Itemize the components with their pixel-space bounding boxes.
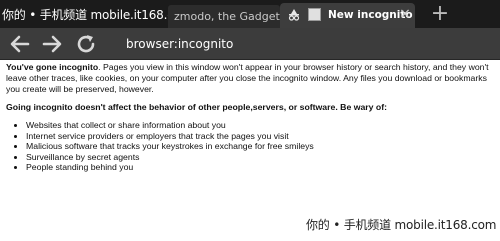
browser-toolbar: browser:incognito bbox=[0, 28, 500, 60]
watermark-top: 你的 • 手机频道 mobile.it168.com bbox=[2, 8, 193, 22]
close-tab-icon[interactable]: × bbox=[398, 7, 412, 21]
warning-heading: Going incognito doesn't affect the behav… bbox=[6, 102, 387, 112]
tab-bar: 你的 • 手机频道 mobile.it168.com zmodo, the Ga… bbox=[0, 0, 500, 28]
intro-paragraph: You've gone incognito. Pages you view in… bbox=[6, 62, 496, 95]
reload-icon[interactable] bbox=[74, 32, 98, 56]
list-item: Internet service providers or employers … bbox=[26, 131, 496, 142]
tab-gizmodo[interactable]: zmodo, the Gadget Gui... bbox=[168, 5, 280, 28]
intro-bold: You've gone incognito bbox=[6, 62, 99, 72]
list-item: Websites that collect or share informati… bbox=[26, 120, 496, 131]
arrow-right-icon[interactable] bbox=[40, 32, 64, 56]
url-input[interactable]: browser:incognito bbox=[118, 32, 500, 56]
incognito-page: You've gone incognito. Pages you view in… bbox=[6, 62, 496, 173]
new-tab-button[interactable]: + bbox=[430, 3, 450, 25]
arrow-left-icon[interactable] bbox=[8, 32, 32, 56]
tab-label: zmodo, the Gadget Gui... bbox=[174, 10, 280, 23]
watermark-bottom: 你的 • 手机频道 mobile.it168.com bbox=[306, 218, 497, 232]
list-item: People standing behind you bbox=[26, 162, 496, 173]
page-favicon-icon bbox=[308, 8, 321, 21]
list-item: Malicious software that tracks your keys… bbox=[26, 141, 496, 152]
warning-list: Websites that collect or share informati… bbox=[6, 120, 496, 173]
incognito-icon bbox=[288, 9, 300, 21]
list-item: Surveillance by secret agents bbox=[26, 152, 496, 163]
